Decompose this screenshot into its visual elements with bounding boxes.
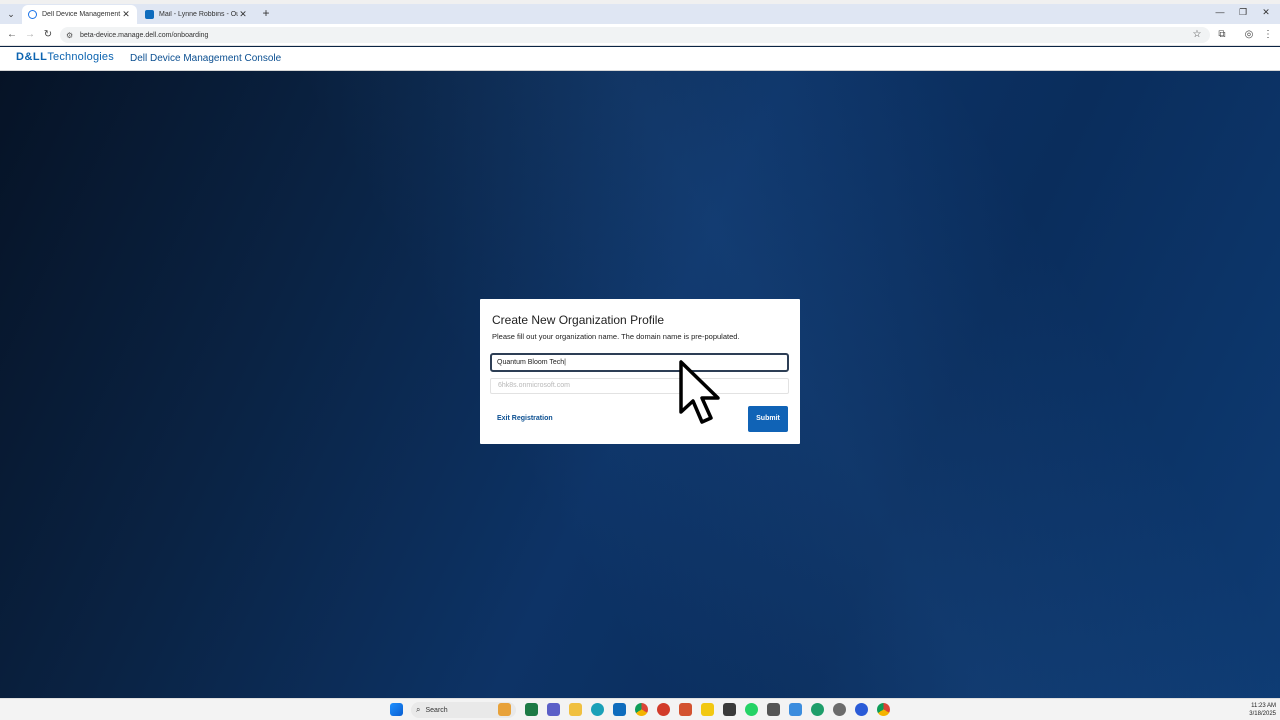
calculator-icon[interactable]: [767, 703, 780, 716]
logo-brand: D&LL: [16, 51, 48, 63]
window-close-icon[interactable]: ✕: [1257, 7, 1275, 18]
url-text: beta-device.manage.dell.com/onboarding: [80, 31, 209, 39]
teams-icon[interactable]: [547, 703, 560, 716]
power-bi-icon[interactable]: [701, 703, 714, 716]
clock-date: 3/18/2025: [1249, 711, 1276, 717]
forward-arrow-icon[interactable]: →: [23, 28, 37, 42]
file-explorer-icon[interactable]: [569, 703, 582, 716]
tab-dell-console[interactable]: Dell Device Management Cons ✕: [22, 5, 137, 24]
tab-title: Dell Device Management Cons: [42, 11, 121, 18]
whatsapp-icon[interactable]: [745, 703, 758, 716]
powerpoint-icon[interactable]: [679, 703, 692, 716]
excel-icon[interactable]: [525, 703, 538, 716]
outlook-icon[interactable]: [613, 703, 626, 716]
tab-search-chevron-icon[interactable]: ⌄: [4, 7, 18, 21]
reload-icon[interactable]: ↻: [41, 28, 55, 42]
close-icon[interactable]: ✕: [121, 9, 131, 20]
dell-favicon-icon: [28, 10, 37, 19]
browser-toolbar: ← → ↻ ⚙ beta-device.manage.dell.com/onbo…: [0, 24, 1280, 46]
notepad-icon[interactable]: [789, 703, 802, 716]
organization-name-input[interactable]: Quantum Bloom Tech|: [490, 353, 789, 372]
system-clock[interactable]: 11:23 AM 3/18/2025: [1232, 702, 1276, 718]
browser-tab-strip: ⌄ Dell Device Management Cons ✕ Mail - L…: [0, 0, 1280, 24]
tab-title: Mail - Lynne Robbins - Outlook: [159, 11, 238, 18]
dialog-description: Please fill out your organization name. …: [492, 332, 740, 341]
app-blue-icon[interactable]: [855, 703, 868, 716]
back-arrow-icon[interactable]: ←: [5, 28, 19, 42]
close-icon[interactable]: ✕: [238, 9, 248, 20]
snipping-tool-icon[interactable]: [723, 703, 736, 716]
bookmark-star-icon[interactable]: ☆: [1190, 28, 1204, 42]
logo-suffix: Technologies: [47, 51, 114, 63]
site-info-icon[interactable]: ⚙: [66, 31, 75, 40]
chrome-active-icon[interactable]: [877, 703, 890, 716]
app-green-icon[interactable]: [811, 703, 824, 716]
windows-start-icon[interactable]: [390, 703, 403, 716]
dell-technologies-logo[interactable]: D&LLTechnologies: [16, 51, 114, 63]
minimize-icon[interactable]: —: [1211, 7, 1229, 17]
outlook-favicon-icon: [145, 10, 154, 19]
new-tab-plus-icon[interactable]: +: [259, 6, 273, 20]
submit-button[interactable]: Submit: [748, 406, 788, 432]
extensions-icon[interactable]: ⧉: [1215, 28, 1229, 42]
create-org-profile-dialog: Create New Organization Profile Please f…: [480, 299, 800, 444]
tab-outlook-mail[interactable]: Mail - Lynne Robbins - Outlook ✕: [139, 5, 254, 24]
app-header: D&LLTechnologies Dell Device Management …: [0, 47, 1280, 71]
windows-taskbar: ⌕ Search 11:23 AM 3/18/2025: [0, 698, 1280, 720]
settings-gear-icon[interactable]: [833, 703, 846, 716]
profile-icon[interactable]: ◎: [1242, 28, 1256, 42]
edge-icon[interactable]: [591, 703, 604, 716]
widgets-icon[interactable]: [498, 703, 511, 716]
exit-registration-link[interactable]: Exit Registration: [497, 415, 553, 422]
domain-name-input: 6hk8s.onmicrosoft.com: [490, 378, 789, 394]
address-bar[interactable]: ⚙ beta-device.manage.dell.com/onboarding: [60, 27, 1210, 43]
page-title: Dell Device Management Console: [130, 53, 282, 64]
restore-icon[interactable]: ❐: [1234, 7, 1252, 18]
clock-time: 11:23 AM: [1251, 703, 1276, 709]
app-red-icon[interactable]: [657, 703, 670, 716]
mouse-pointer-icon: [679, 360, 720, 424]
search-icon: ⌕: [416, 705, 421, 714]
dialog-title: Create New Organization Profile: [492, 313, 665, 327]
browser-menu-icon[interactable]: ⋮: [1261, 28, 1275, 42]
chrome-icon[interactable]: [635, 703, 648, 716]
taskbar-search-label: Search: [425, 706, 448, 714]
